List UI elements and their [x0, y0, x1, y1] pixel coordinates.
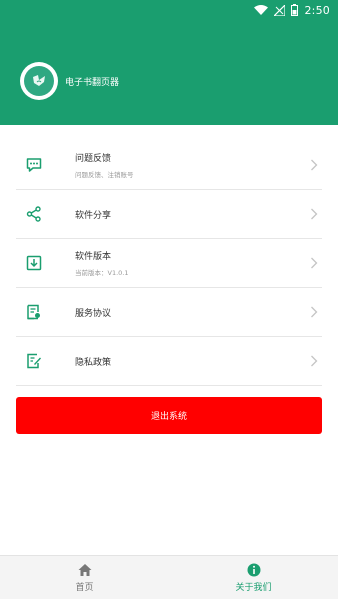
- menu-item-subtitle: 问题反馈、注销账号: [75, 171, 134, 179]
- menu-item-subtitle: 当前版本：V1.0.1: [75, 269, 129, 277]
- menu-item-feedback[interactable]: 问题反馈 问题反馈、注销账号: [16, 141, 322, 190]
- signal-icon: [274, 4, 286, 16]
- chat-bubble-icon: [24, 155, 44, 175]
- share-icon: [24, 204, 44, 224]
- settings-menu: 问题反馈 问题反馈、注销账号 软件分享 软件版本 当前版本：V1.0.1 服务协…: [16, 141, 322, 386]
- download-icon: [24, 253, 44, 273]
- status-time: 2:50: [304, 3, 330, 17]
- bottom-tab-bar: 首页 关于我们: [0, 555, 338, 599]
- tab-about-us[interactable]: 关于我们: [169, 556, 338, 599]
- tab-home[interactable]: 首页: [0, 556, 169, 599]
- menu-item-title: 服务协议: [75, 308, 112, 319]
- menu-item-title: 问题反馈: [75, 154, 112, 164]
- menu-item-version[interactable]: 软件版本 当前版本：V1.0.1: [16, 239, 322, 288]
- edit-document-icon: [24, 351, 44, 371]
- app-name: 电子书翻页器: [65, 77, 120, 88]
- app-identity: 电子书翻页器: [20, 62, 119, 100]
- battery-icon: [291, 4, 299, 16]
- document-badge-icon: [24, 302, 44, 322]
- menu-item-share[interactable]: 软件分享: [16, 190, 322, 239]
- logout-button[interactable]: 退出系统: [16, 397, 322, 434]
- info-icon: [247, 563, 260, 577]
- menu-item-title: 软件版本: [75, 252, 112, 262]
- chevron-right-icon: [311, 159, 318, 171]
- menu-item-service-agreement[interactable]: 服务协议: [16, 288, 322, 337]
- chevron-right-icon: [311, 257, 318, 269]
- menu-item-title: 隐私政策: [75, 357, 112, 368]
- chevron-right-icon: [311, 306, 318, 318]
- menu-item-privacy-policy[interactable]: 隐私政策: [16, 337, 322, 386]
- book-logo-icon: [33, 75, 45, 86]
- tab-label: 首页: [75, 583, 94, 593]
- tab-label: 关于我们: [235, 583, 272, 593]
- chevron-right-icon: [311, 208, 318, 220]
- profile-header: 2:50 电子书翻页器: [0, 0, 338, 125]
- wifi-icon: [254, 5, 269, 15]
- chevron-right-icon: [311, 355, 318, 367]
- menu-item-title: 软件分享: [75, 210, 112, 221]
- app-logo: [20, 62, 58, 100]
- home-icon: [78, 564, 91, 576]
- status-bar: 2:50: [0, 0, 338, 20]
